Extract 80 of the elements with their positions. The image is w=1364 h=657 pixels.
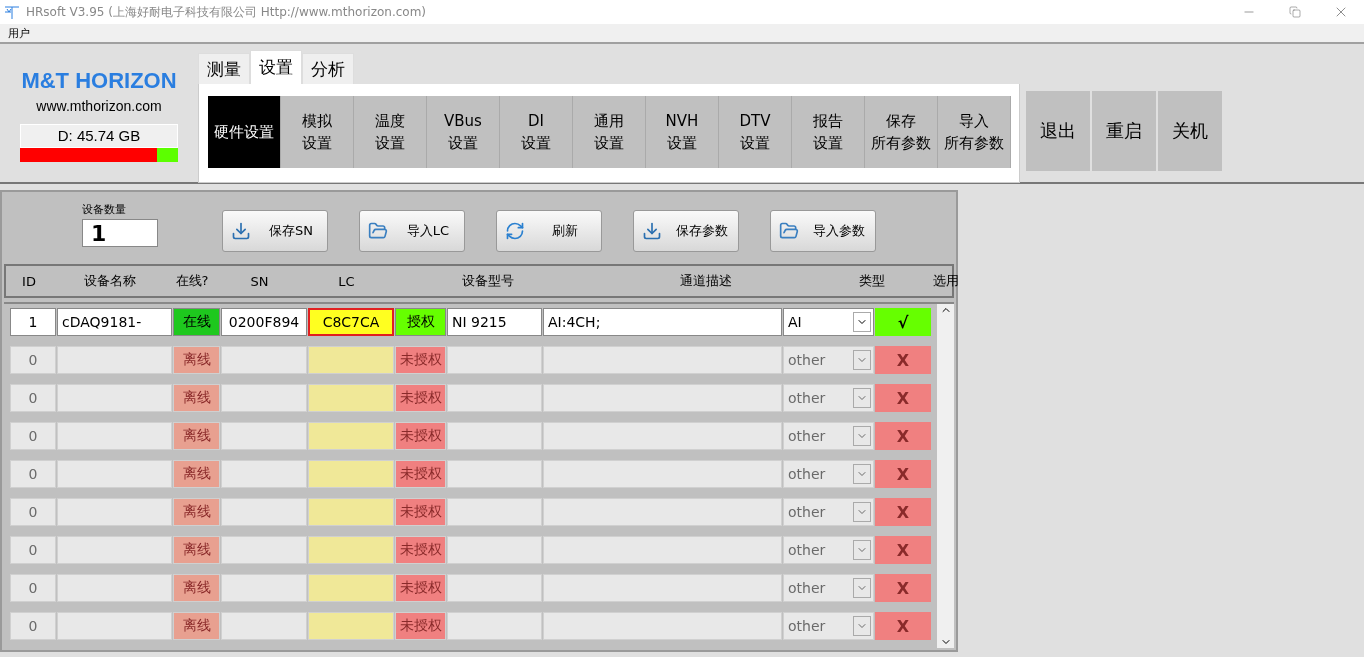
status-cell: 离线 [173, 612, 220, 640]
app-logo-icon [4, 4, 20, 20]
toolbar-button[interactable]: 保存SN [222, 210, 328, 252]
sn-cell: 0200F894 [221, 308, 307, 336]
status-cell: 离线 [173, 346, 220, 374]
column-header: ID [21, 273, 37, 289]
id-cell: 0 [10, 574, 56, 602]
select-toggle[interactable]: √ [875, 308, 931, 336]
column-header: 选用 [932, 272, 960, 290]
column-header: 类型 [858, 272, 886, 290]
model-cell: NI 9215 [447, 308, 542, 336]
license-cell: 未授权 [395, 384, 446, 412]
folder-icon [779, 221, 799, 241]
settings-tab[interactable]: 保存 所有参数 [865, 96, 938, 168]
restore-icon [1289, 6, 1301, 18]
license-cell: 未授权 [395, 346, 446, 374]
settings-tab[interactable]: DTV 设置 [719, 96, 792, 168]
name-cell: cDAQ9181- [57, 308, 172, 336]
license-cell: 未授权 [395, 612, 446, 640]
status-cell: 离线 [173, 574, 220, 602]
id-cell: 0 [10, 384, 56, 412]
toolbar-button[interactable]: 导入参数 [770, 210, 876, 252]
tab[interactable]: 分析 [302, 53, 354, 84]
menu-item[interactable]: 用户 [0, 25, 38, 41]
id-cell: 0 [10, 422, 56, 450]
status-cell: 离线 [173, 498, 220, 526]
column-header: 设备名称 [83, 272, 137, 290]
settings-tab[interactable]: NVH 设置 [646, 96, 719, 168]
id-cell: 0 [10, 346, 56, 374]
status-cell: 离线 [173, 384, 220, 412]
toolbar-button[interactable]: 刷新 [496, 210, 602, 252]
license-cell: 未授权 [395, 536, 446, 564]
settings-tab[interactable]: 模拟 设置 [281, 96, 354, 168]
license-cell: 未授权 [395, 422, 446, 450]
brand-url: www.mthorizon.com [36, 98, 162, 114]
license-cell: 未授权 [395, 574, 446, 602]
status-cell: 离线 [173, 536, 220, 564]
settings-tab[interactable]: VBus 设置 [427, 96, 500, 168]
settings-tab[interactable]: 通用 设置 [573, 96, 646, 168]
column-header: 通道描述 [679, 272, 733, 290]
brand-name: M&T HORIZON [21, 68, 177, 94]
settings-tab[interactable]: 报告 设置 [792, 96, 865, 168]
folder-icon [368, 221, 388, 241]
status-cell: 离线 [173, 422, 220, 450]
device-count-label: 设备数量 [82, 202, 127, 217]
license-cell: 未授权 [395, 498, 446, 526]
status-cell: 在线 [173, 308, 220, 336]
refresh-icon [505, 221, 525, 241]
settings-tab[interactable]: 温度 设置 [354, 96, 427, 168]
type-dropdown[interactable]: AI [783, 308, 874, 336]
settings-tab[interactable]: 导入 所有参数 [938, 96, 1011, 168]
toolbar-button[interactable]: 保存参数 [633, 210, 739, 252]
tab[interactable]: 设置 [250, 50, 302, 84]
save-icon [231, 221, 251, 241]
id-cell: 1 [10, 308, 56, 336]
system-button[interactable]: 关机 [1158, 91, 1222, 171]
license-cell: 未授权 [395, 460, 446, 488]
status-cell: 离线 [173, 460, 220, 488]
save-icon [642, 221, 662, 241]
system-button[interactable]: 重启 [1092, 91, 1156, 171]
system-button[interactable]: 退出 [1026, 91, 1090, 171]
column-header: 在线? [174, 272, 210, 290]
id-cell: 0 [10, 536, 56, 564]
id-cell: 0 [10, 498, 56, 526]
scrollbar[interactable] [937, 304, 954, 648]
disk-space-label: D: 45.74 GB [20, 124, 178, 148]
tab[interactable]: 测量 [198, 53, 250, 84]
toolbar-button[interactable]: 导入LC [359, 210, 465, 252]
channel-cell: AI:4CH; [543, 308, 782, 336]
license-cell: 授权 [395, 308, 446, 336]
window-title: HRsoft V3.95 (上海好耐电子科技有限公司 Http://www.mthorizon.com) [26, 3, 428, 21]
device-count-field[interactable]: 1 [82, 219, 158, 247]
column-header: SN [249, 273, 270, 289]
column-header: LC [337, 273, 356, 289]
settings-tab[interactable]: 硬件设置 [208, 96, 281, 168]
settings-tab[interactable]: DI 设置 [500, 96, 573, 168]
id-cell: 0 [10, 612, 56, 640]
lc-field[interactable]: C8C7CA [308, 308, 394, 336]
id-cell: 0 [10, 460, 56, 488]
column-header: 设备型号 [461, 272, 515, 290]
